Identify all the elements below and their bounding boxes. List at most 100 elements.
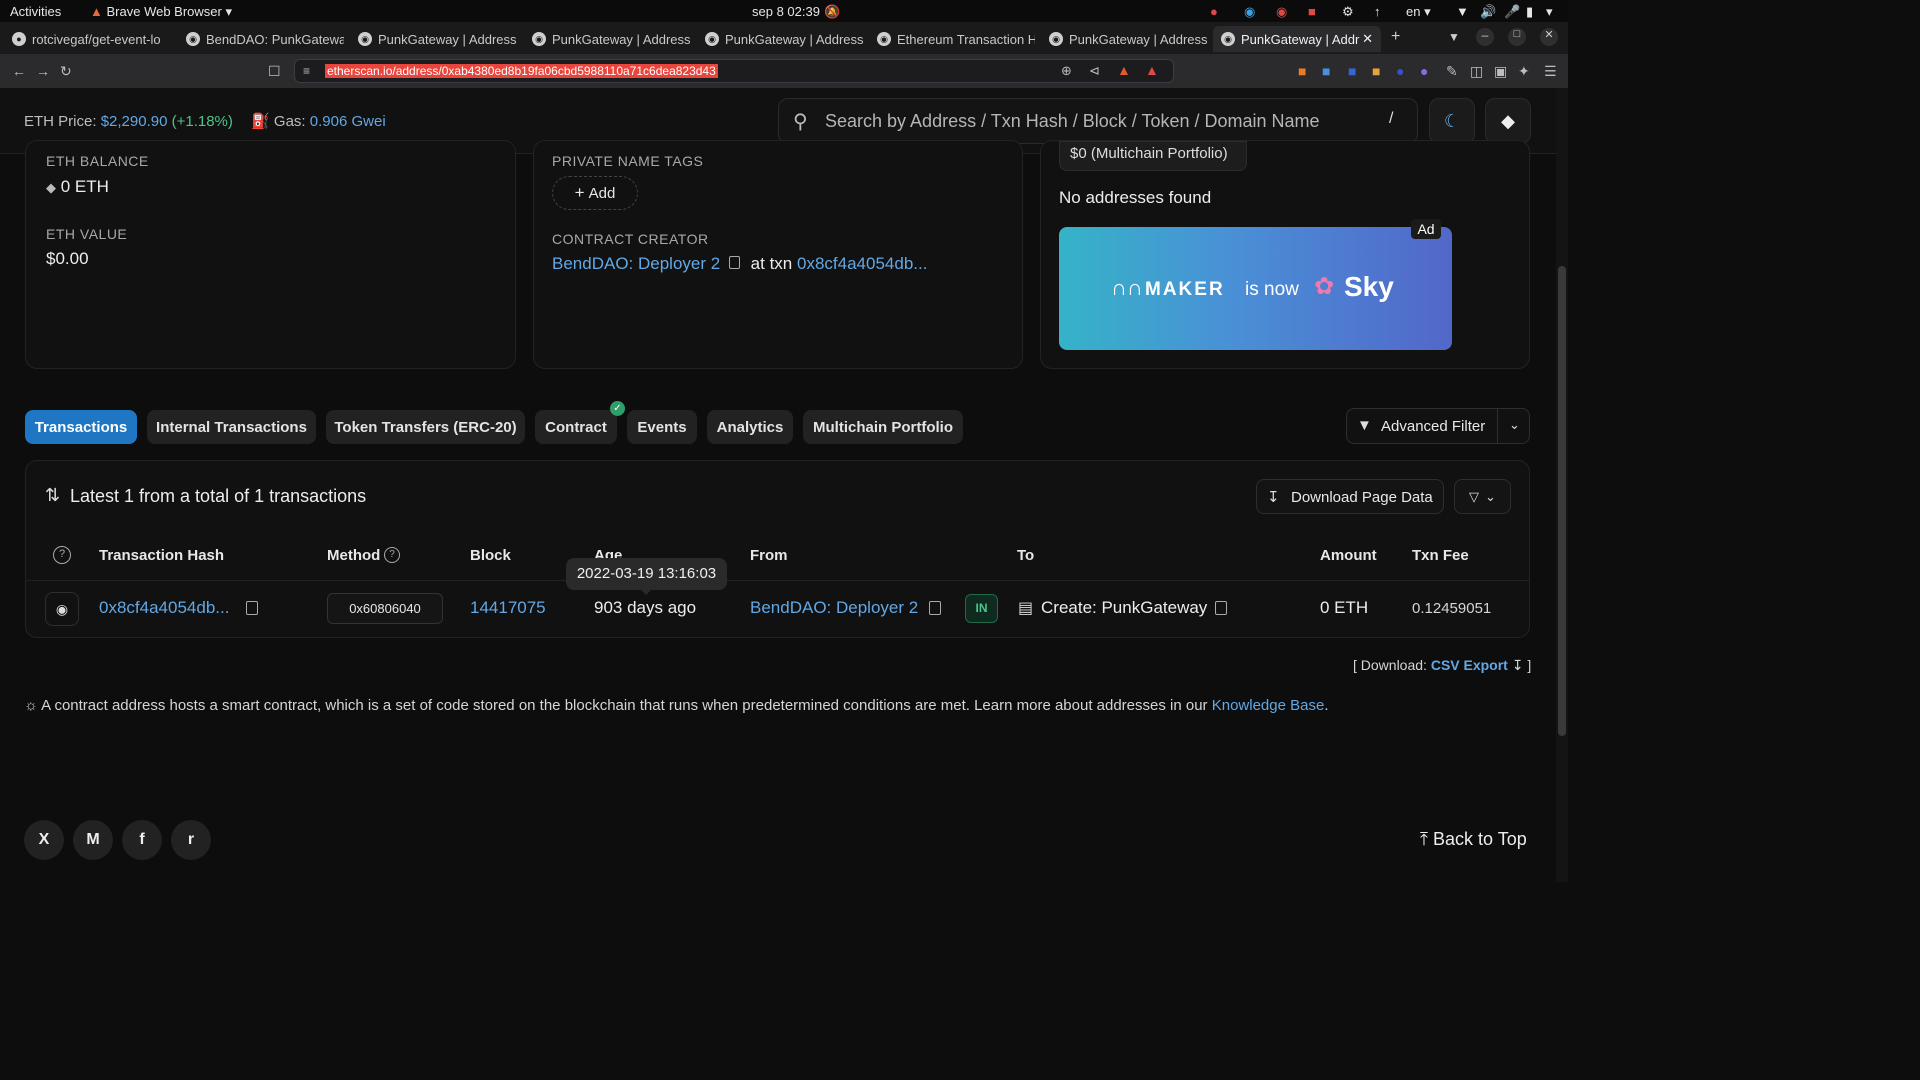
forward-arrow-icon[interactable]: → [36,63,50,79]
tab-contract[interactable]: Contract [535,410,617,444]
browser-tab-3[interactable]: ◉ PunkGateway | Address [524,26,690,52]
txn-hash-link[interactable]: 0x8cf4a4054db... [99,598,229,618]
browser-tab-6[interactable]: ◉ PunkGateway | Address [1041,26,1207,52]
age-value[interactable]: 903 days ago [594,598,696,618]
network-switch-button[interactable]: ◆ [1485,98,1531,144]
metamask-extension-icon[interactable]: ■ [1298,63,1306,79]
site-settings-icon[interactable]: ≡ [303,64,310,78]
brave-shields-icon[interactable]: ▲ [1117,62,1131,78]
clock[interactable]: sep 8 02:39 [752,4,820,19]
new-tab-plus-icon[interactable]: + [1391,28,1400,46]
url-text[interactable]: etherscan.io/address/0xab4380ed8b19fa06c… [325,64,718,78]
close-window-icon[interactable]: ✕ [1540,28,1558,46]
back-arrow-icon[interactable]: ← [12,63,26,79]
tab-internal-transactions[interactable]: Internal Transactions [147,410,316,444]
browser-tab-5[interactable]: ◉ Ethereum Transaction H [869,26,1035,52]
contract-info-note: ☼ A contract address hosts a smart contr… [24,697,1329,714]
tray-sync-icon[interactable]: ◉ [1244,4,1255,20]
creator-txn-link[interactable]: 0x8cf4a4054db... [797,254,927,273]
translate-extension-icon[interactable]: ■ [1322,63,1330,79]
download-page-data-button[interactable]: ↧ Download Page Data [1256,479,1444,514]
tab-token-transfers[interactable]: Token Transfers (ERC-20) [326,410,525,444]
medium-icon[interactable]: M [73,820,113,860]
copy-icon[interactable] [728,256,740,269]
browser-tab-0[interactable]: ● rotcivegaf/get-event-lo [4,26,172,52]
block-link[interactable]: 14417075 [470,598,546,618]
battery-icon[interactable]: ▮ [1526,4,1533,20]
tray-lock-icon[interactable]: ■ [1308,4,1316,19]
copy-icon[interactable] [929,601,941,615]
zoom-icon[interactable]: ⊕ [1061,63,1072,79]
tab-search-chevron-icon[interactable]: ▼ [1448,30,1460,44]
brave-app-menu[interactable]: ▲ Brave Web Browser ▾ [90,4,232,20]
ad-banner[interactable]: ∩∩ MAKER is now ✿ Sky [1059,227,1452,350]
knowledge-base-link[interactable]: Knowledge Base [1212,697,1325,714]
etherscan-icon: ◉ [705,32,719,46]
extensions-puzzle-icon[interactable]: ✎ [1446,63,1458,80]
etherscan-icon: ◉ [186,32,200,46]
minimize-icon[interactable]: – [1476,28,1494,46]
tab-multichain-portfolio[interactable]: Multichain Portfolio [803,410,963,444]
tray-record-icon[interactable]: ● [1210,4,1218,19]
copy-icon[interactable] [246,601,258,615]
tab-events[interactable]: Events [627,410,697,444]
multichain-info-card: $0 (Multichain Portfolio) No addresses f… [1040,140,1530,369]
back-to-top-button[interactable]: ⤒ Back to Top [1420,829,1527,850]
advanced-filter-button[interactable]: ▼ Advanced Filter ⌄ [1346,408,1530,444]
browser-tab-2[interactable]: ◉ PunkGateway | Address [350,26,516,52]
bell-off-icon: 🔕 [824,4,841,19]
to-contract[interactable]: Create: PunkGateway [1041,598,1207,618]
help-icon[interactable]: ? [53,546,71,564]
creator-address-link[interactable]: BendDAO: Deployer 2 [552,254,720,273]
language-selector[interactable]: en ▾ [1406,4,1431,20]
close-tab-icon[interactable]: ✕ [1362,31,1373,47]
tray-chrome-icon[interactable]: ◉ [1276,4,1287,20]
page-scrollbar[interactable] [1556,88,1568,882]
activities-button[interactable]: Activities [10,4,61,19]
from-address-link[interactable]: BendDAO: Deployer 2 [750,598,918,618]
restore-icon[interactable]: □ [1508,28,1526,46]
tab-transactions[interactable]: Transactions [25,410,137,444]
menu-hamburger-icon[interactable]: ☰ [1544,63,1557,80]
microphone-icon[interactable]: 🎤 [1504,4,1520,20]
search-input[interactable]: ⚲ Search by Address / Txn Hash / Block /… [778,98,1418,144]
browser-tab-active[interactable]: ◉ PunkGateway | Addr ✕ [1213,26,1381,52]
x-twitter-icon[interactable]: X [24,820,64,860]
eye-icon[interactable]: ◉ [45,592,79,626]
extension-blue-icon[interactable]: ● [1396,63,1404,79]
facebook-icon[interactable]: f [122,820,162,860]
chevron-down-icon[interactable]: ⌄ [1509,417,1520,433]
address-bar[interactable]: ≡ etherscan.io/address/0xab4380ed8b19fa0… [294,59,1174,83]
dark-mode-toggle[interactable]: ☾ [1429,98,1475,144]
col-header-fee[interactable]: Txn Fee [1412,547,1469,564]
share-icon[interactable]: ⊲ [1089,63,1100,79]
csv-export-link[interactable]: CSV Export [1431,657,1508,673]
tray-tool-icon[interactable]: ⚙ [1342,4,1354,20]
multichain-portfolio-button[interactable]: $0 (Multichain Portfolio) [1059,141,1247,171]
table-filter-button[interactable]: ▽ ⌄ [1454,479,1511,514]
browser-tab-4[interactable]: ◉ PunkGateway | Address [697,26,863,52]
scrollbar-thumb[interactable] [1558,266,1566,736]
copy-icon[interactable] [1215,601,1227,615]
brave-wallet-icon[interactable]: ▣ [1494,63,1507,80]
wifi-icon[interactable]: ▼ [1456,4,1469,19]
extension-wallet-icon[interactable]: ● [1420,63,1428,79]
tab-analytics[interactable]: Analytics [707,410,793,444]
method-help-icon[interactable]: ? [384,547,400,563]
browser-tab-1[interactable]: ◉ BendDAO: PunkGatewa [178,26,344,52]
sidebar-toggle-icon[interactable]: ◫ [1470,63,1483,80]
bitwarden-extension-icon[interactable]: ■ [1348,63,1356,79]
extension-fox-icon[interactable]: ■ [1372,63,1380,79]
reload-icon[interactable]: ↻ [60,63,72,80]
brave-rewards-icon[interactable]: ▲ [1145,62,1159,78]
reddit-icon[interactable]: r [171,820,211,860]
tray-antenna-icon[interactable]: ↑ [1374,4,1381,19]
system-menu-chevron-icon[interactable]: ▾ [1546,4,1553,20]
gas-value[interactable]: 0.906 Gwei [310,113,386,130]
add-name-tag-button[interactable]: + Add [552,176,638,210]
bookmark-icon[interactable]: ☐ [268,63,281,80]
volume-icon[interactable]: 🔊 [1480,4,1496,20]
col-header-amount[interactable]: Amount [1320,547,1377,564]
leo-ai-icon[interactable]: ✦ [1518,63,1530,80]
eth-price-value[interactable]: $2,290.90 [101,113,168,130]
